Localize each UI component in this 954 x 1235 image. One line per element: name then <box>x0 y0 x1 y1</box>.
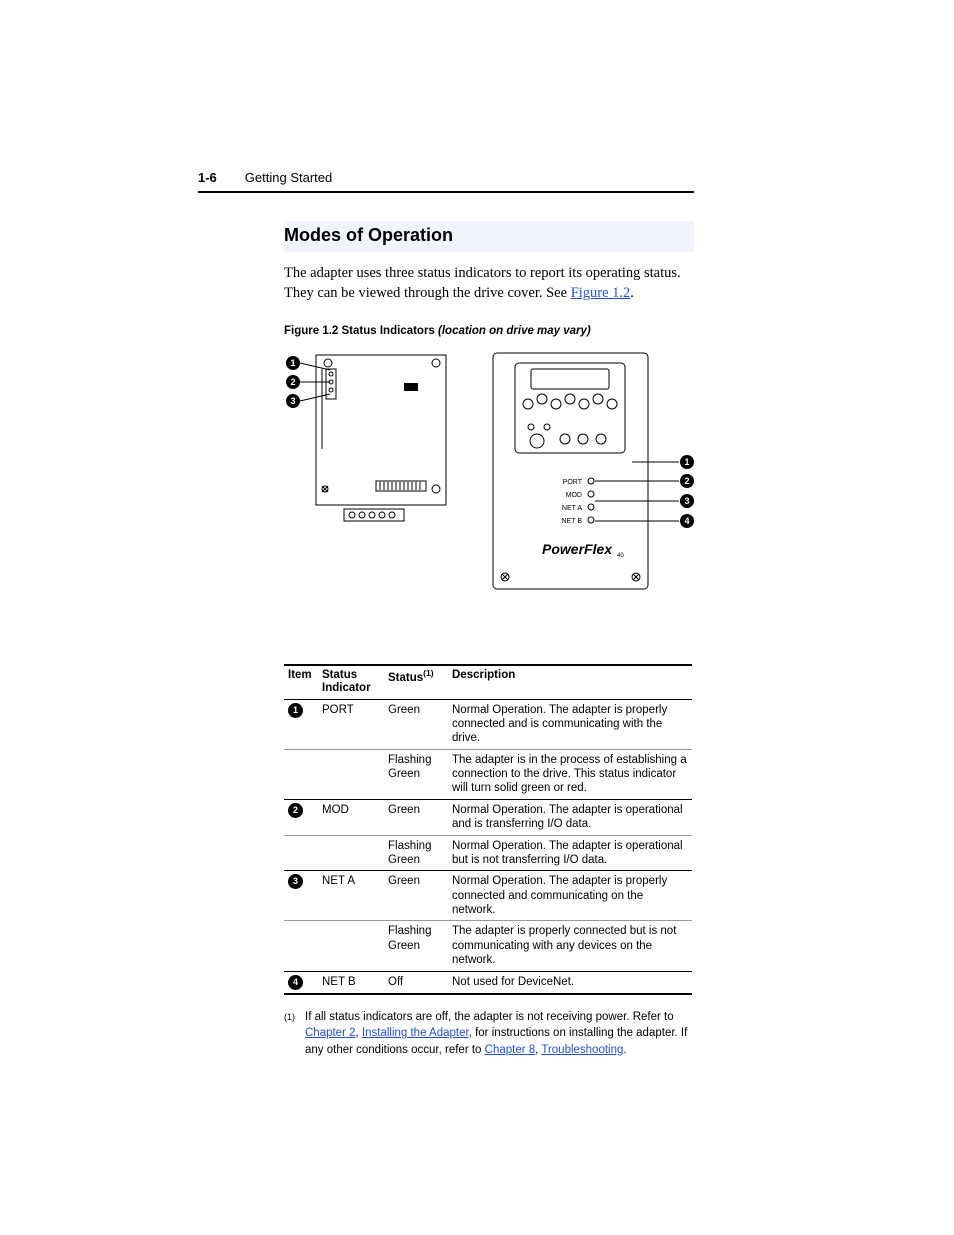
desc-cell: Normal Operation. The adapter is operati… <box>448 799 692 835</box>
status-cell: Green <box>384 799 448 835</box>
figure-1-2-link[interactable]: Figure 1.2 <box>571 285 631 301</box>
footnote-marker: (1) <box>284 1011 295 1059</box>
drive-diagram-left: 1 2 3 <box>284 349 447 534</box>
callout-r4-icon: 4 <box>685 516 690 526</box>
figure-1-2: 1 2 3 <box>284 349 694 594</box>
intro-paragraph: The adapter uses three status indicators… <box>284 264 694 303</box>
item-2-icon: 2 <box>288 803 303 818</box>
indicator-cell: NET B <box>318 971 384 994</box>
table-row: 1 PORT Green Normal Operation. The adapt… <box>284 699 692 749</box>
desc-cell: The adapter is in the process of establi… <box>448 749 692 799</box>
status-cell: Off <box>384 971 448 994</box>
status-cell: Flashing Green <box>384 835 448 871</box>
brand-sub: 40 <box>617 553 624 559</box>
table-row: 3 NET A Green Normal Operation. The adap… <box>284 871 692 921</box>
table-row: Flashing Green The adapter is properly c… <box>284 921 692 971</box>
table-row: 4 NET B Off Not used for DeviceNet. <box>284 971 692 994</box>
item-1-icon: 1 <box>288 703 303 718</box>
th-status: Status(1) <box>384 665 448 699</box>
troubleshooting-link[interactable]: Troubleshooting <box>541 1044 623 1056</box>
header-rule <box>198 191 694 193</box>
table-row: Flashing Green The adapter is in the pro… <box>284 749 692 799</box>
item-3-icon: 3 <box>288 874 303 889</box>
callout-2-icon: 2 <box>290 377 295 387</box>
page-container: 1-6 Getting Started Modes of Operation T… <box>0 0 954 1119</box>
status-cell: Flashing Green <box>384 749 448 799</box>
page-number: 1-6 <box>198 170 217 185</box>
desc-cell: Normal Operation. The adapter is properl… <box>448 699 692 749</box>
chapter-8-link[interactable]: Chapter 8 <box>485 1044 536 1056</box>
desc-cell: Normal Operation. The adapter is operati… <box>448 835 692 871</box>
chapter-title: Getting Started <box>245 170 332 185</box>
indicator-cell: PORT <box>318 699 384 749</box>
indicator-cell: NET A <box>318 871 384 921</box>
intro-text-end: . <box>630 285 634 301</box>
table-row: 2 MOD Green Normal Operation. The adapte… <box>284 799 692 835</box>
th-description: Description <box>448 665 692 699</box>
desc-cell: Normal Operation. The adapter is properl… <box>448 871 692 921</box>
status-cell: Green <box>384 871 448 921</box>
led-label-neta: NET A <box>562 505 582 512</box>
led-label-port: PORT <box>563 479 583 486</box>
th-item: Item <box>284 665 318 699</box>
table-row: Flashing Green Normal Operation. The ada… <box>284 835 692 871</box>
callout-1-icon: 1 <box>290 358 295 368</box>
section-heading-bg: Modes of Operation <box>284 221 694 252</box>
callout-r1-icon: 1 <box>685 457 690 467</box>
figure-caption-prefix: Figure 1.2 Status Indicators <box>284 325 438 337</box>
indicator-cell: MOD <box>318 799 384 835</box>
section-heading: Modes of Operation <box>284 225 453 245</box>
callout-r2-icon: 2 <box>685 476 690 486</box>
figure-caption-italic: (location on drive may vary) <box>438 325 591 337</box>
desc-cell: The adapter is properly connected but is… <box>448 921 692 971</box>
footnote-1: (1) If all status indicators are off, th… <box>284 1009 694 1059</box>
status-cell: Green <box>384 699 448 749</box>
led-label-netb: NET B <box>562 518 583 525</box>
installing-adapter-link[interactable]: Installing the Adapter <box>362 1027 469 1039</box>
callout-3-icon: 3 <box>290 396 295 406</box>
figure-caption: Figure 1.2 Status Indicators (location o… <box>284 325 694 337</box>
status-indicator-table: Item Status Indicator Status(1) Descript… <box>284 664 694 995</box>
chapter-2-link[interactable]: Chapter 2 <box>305 1027 356 1039</box>
callout-r3-icon: 3 <box>685 496 690 506</box>
th-indicator: Status Indicator <box>318 665 384 699</box>
item-4-icon: 4 <box>288 975 303 990</box>
drive-diagram-right: PORT MOD NET A NET B 1 2 3 4 <box>487 349 694 594</box>
status-cell: Flashing Green <box>384 921 448 971</box>
running-header: 1-6 Getting Started <box>198 170 694 185</box>
led-label-mod: MOD <box>566 492 582 499</box>
desc-cell: Not used for DeviceNet. <box>448 971 692 994</box>
brand-text: PowerFlex <box>542 541 613 557</box>
footnote-text: If all status indicators are off, the ad… <box>305 1009 694 1059</box>
